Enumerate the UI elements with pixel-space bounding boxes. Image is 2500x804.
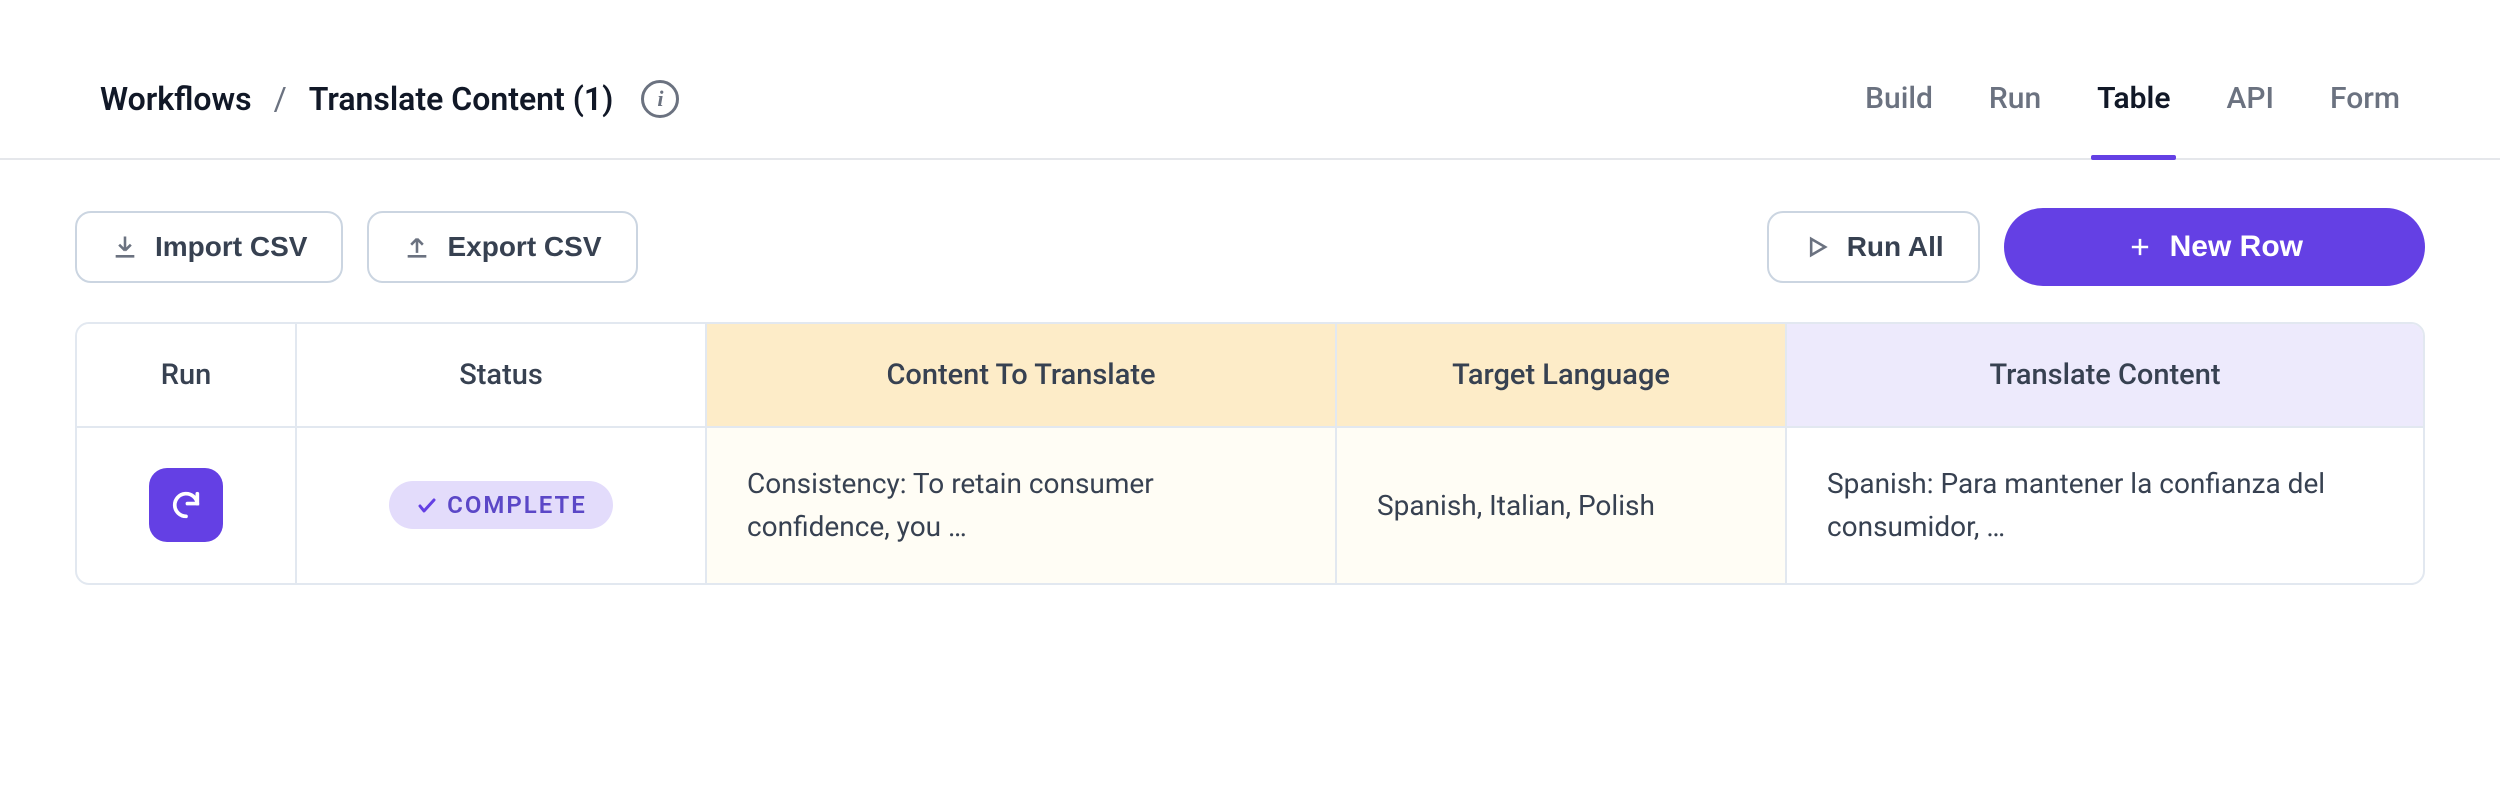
cell-target[interactable]: Spanish, Italian, Polish (1337, 428, 1787, 583)
table-header-row: Run Status Content To Translate Target L… (77, 324, 2423, 428)
upload-icon (403, 233, 431, 261)
status-text: COMPLETE (447, 491, 587, 519)
cell-status: COMPLETE (297, 428, 707, 583)
tab-api[interactable]: API (2226, 81, 2274, 158)
target-text: Spanish, Italian, Polish (1377, 484, 1745, 527)
column-header-content: Content To Translate (707, 324, 1337, 428)
column-header-target: Target Language (1337, 324, 1787, 428)
column-header-translate: Translate Content (1787, 324, 2423, 428)
column-header-status: Status (297, 324, 707, 428)
header: Workflows / Translate Content (1) i Buil… (0, 0, 2500, 160)
tab-build[interactable]: Build (1865, 81, 1933, 158)
breadcrumb-separator: / (274, 80, 287, 118)
tab-table[interactable]: Table (2097, 81, 2170, 158)
download-icon (111, 233, 139, 261)
info-icon[interactable]: i (641, 80, 679, 118)
content-text: Consistency: To retain consumer confiden… (747, 462, 1295, 549)
play-icon (1803, 233, 1831, 261)
rerun-button[interactable] (149, 468, 223, 542)
tab-run[interactable]: Run (1989, 81, 2041, 158)
breadcrumb-root[interactable]: Workflows (100, 80, 252, 118)
tab-form[interactable]: Form (2330, 81, 2400, 158)
export-csv-label: Export CSV (447, 231, 601, 263)
status-badge: COMPLETE (389, 481, 613, 529)
toolbar: Import CSV Export CSV Run All New Row (0, 160, 2500, 322)
table-row: COMPLETE Consistency: To retain consumer… (77, 428, 2423, 583)
breadcrumb-current: Translate Content (1) (309, 80, 614, 118)
cell-run (77, 428, 297, 583)
new-row-button[interactable]: New Row (2004, 208, 2425, 286)
table-container: Run Status Content To Translate Target L… (0, 322, 2500, 585)
cell-translate[interactable]: Spanish: Para mantener la confianza del … (1787, 428, 2423, 583)
tabs: Build Run Table API Form (1865, 40, 2400, 158)
column-header-run: Run (77, 324, 297, 428)
run-all-button[interactable]: Run All (1767, 211, 1980, 283)
export-csv-button[interactable]: Export CSV (367, 211, 637, 283)
breadcrumb: Workflows / Translate Content (1) i (100, 80, 679, 118)
run-all-label: Run All (1847, 231, 1944, 263)
import-csv-button[interactable]: Import CSV (75, 211, 343, 283)
check-icon (415, 493, 439, 517)
new-row-label: New Row (2170, 230, 2303, 264)
plus-icon (2126, 233, 2154, 261)
refresh-icon (169, 488, 203, 522)
cell-content[interactable]: Consistency: To retain consumer confiden… (707, 428, 1337, 583)
translate-text: Spanish: Para mantener la confianza del … (1827, 462, 2383, 549)
import-csv-label: Import CSV (155, 231, 307, 263)
data-table: Run Status Content To Translate Target L… (75, 322, 2425, 585)
